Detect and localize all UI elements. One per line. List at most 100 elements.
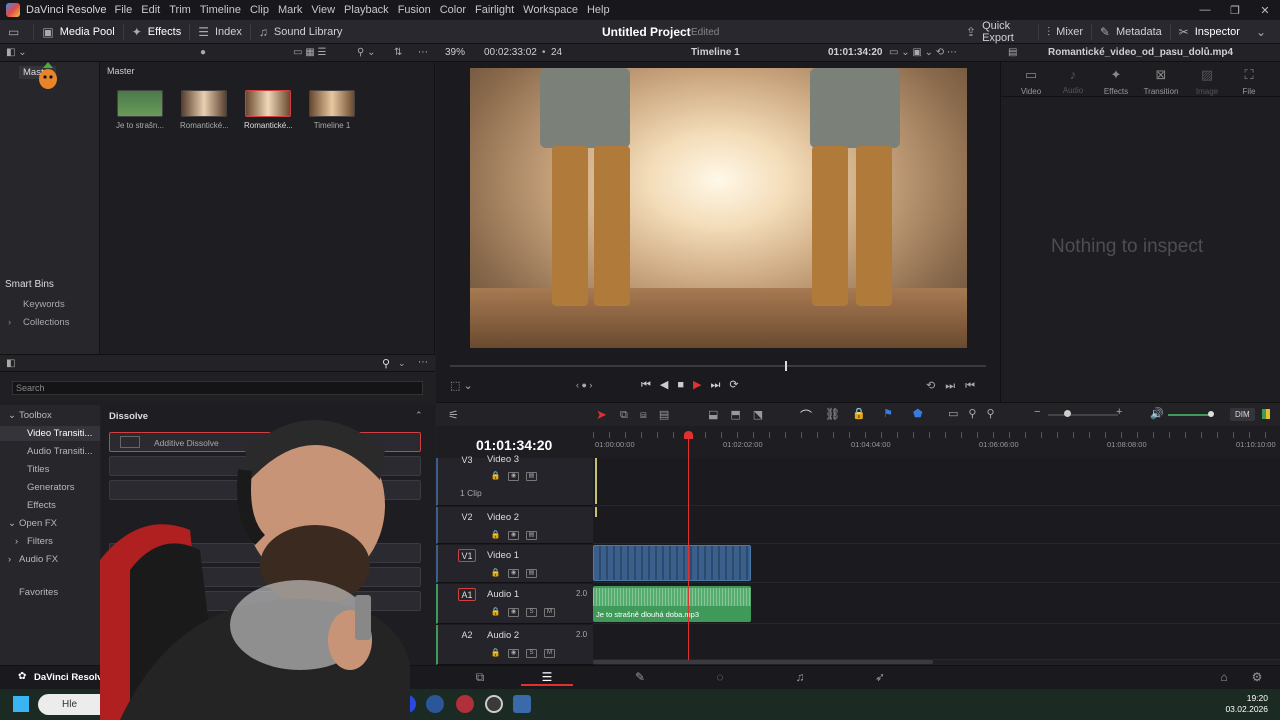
collapse-button[interactable]: ⌄: [1248, 20, 1280, 44]
inspector-button[interactable]: ✂ Inspector: [1171, 20, 1248, 44]
skip-start-icon[interactable]: ⏮: [641, 379, 660, 391]
audio-clip[interactable]: Je to strašně dlouhá doba.mp3: [593, 586, 751, 622]
track-header-v3[interactable]: V3 Video 3 🔒 ◉ ▤ 1 Clip: [436, 454, 593, 506]
auto-select-icon[interactable]: ◉: [508, 569, 519, 578]
mute-button[interactable]: M: [544, 608, 555, 617]
minimize-button[interactable]: —: [1190, 4, 1220, 17]
panel-toggle-icon[interactable]: ◧: [6, 358, 15, 369]
taskbar-clock[interactable]: 19:20 03.02.2026: [1225, 693, 1268, 715]
jog-icon[interactable]: ‹ ● ›: [576, 380, 592, 390]
zoom-icons[interactable]: ▭⚲⚲: [948, 407, 1005, 420]
effects-search-input[interactable]: Search: [12, 381, 423, 395]
edit-page-icon[interactable]: ☰: [521, 670, 573, 686]
word-icon[interactable]: [426, 695, 444, 713]
track-video-icon[interactable]: ▤: [526, 569, 537, 578]
dim-button[interactable]: DIM: [1230, 408, 1255, 421]
selection-tool-icon[interactable]: ➤: [596, 407, 607, 423]
search-icon[interactable]: ⚲ ⌄: [357, 47, 375, 58]
next-frame-icon[interactable]: ⏭: [945, 380, 965, 392]
menu-workspace[interactable]: Workspace: [523, 4, 578, 16]
fairlight-page-icon[interactable]: ♫: [786, 670, 814, 684]
inspector-tab-audio[interactable]: ♪ Audio: [1051, 67, 1095, 95]
menu-fairlight[interactable]: Fairlight: [475, 4, 514, 16]
volume-slider[interactable]: [1168, 414, 1212, 416]
media-clip[interactable]: Je to strašn...: [116, 90, 164, 130]
menu-edit[interactable]: Edit: [141, 4, 160, 16]
workspace-toggle-button[interactable]: ▭: [0, 20, 33, 44]
track-lane-v1[interactable]: [593, 545, 1280, 583]
stop-icon[interactable]: ■: [677, 379, 693, 391]
taskbar-app-icon[interactable]: [485, 695, 503, 713]
search-icon[interactable]: ⚲: [382, 357, 390, 370]
panel-layout-icon[interactable]: ◧ ⌄: [6, 47, 27, 58]
inspector-tab-transition[interactable]: ⊠ Transition: [1139, 67, 1183, 96]
index-button[interactable]: ☰ Index: [190, 20, 250, 44]
viewer-timeline-name[interactable]: Timeline 1: [691, 47, 740, 58]
chevron-right-icon[interactable]: ›: [15, 536, 18, 547]
track-video-icon[interactable]: ▤: [526, 472, 537, 481]
tree-effects[interactable]: Effects: [27, 500, 56, 511]
timeline-ruler[interactable]: 01:00:00:00 01:02:02:00 01:04:04:00 01:0…: [593, 426, 1280, 462]
lock-icon[interactable]: 🔒: [490, 608, 501, 617]
menu-fusion[interactable]: Fusion: [398, 4, 431, 16]
close-button[interactable]: ✕: [1250, 4, 1280, 17]
insert-tool-icons[interactable]: ⬓⬒⬔: [708, 408, 775, 421]
viewer-scrub-bar[interactable]: [450, 365, 986, 367]
auto-select-icon[interactable]: ◉: [508, 472, 519, 481]
tree-generators[interactable]: Generators: [27, 482, 75, 493]
track-lane-a1[interactable]: Je to strašně dlouhá doba.mp3: [593, 584, 1280, 624]
mute-button[interactable]: M: [544, 649, 555, 658]
flag-icon[interactable]: ⚑: [883, 407, 893, 420]
settings-gear-icon[interactable]: ⚙: [1243, 670, 1271, 684]
track-header-v1[interactable]: V1 Video 1 🔒 ◉ ▤: [436, 545, 593, 583]
snapping-icon[interactable]: ⌒: [800, 407, 812, 424]
video-preview[interactable]: [470, 68, 967, 348]
inspector-tab-video[interactable]: ▭ Video: [1009, 67, 1053, 96]
cut-page-icon[interactable]: ⧉: [466, 670, 494, 685]
timeline-timecode[interactable]: 01:01:34:20: [476, 437, 552, 453]
view-mode-icons[interactable]: ▭ ▦ ☰: [293, 47, 326, 58]
prev-frame-icon[interactable]: ⏮: [965, 380, 985, 392]
zoom-slider[interactable]: [1048, 414, 1118, 416]
media-pool-button[interactable]: ▣ Media Pool: [34, 20, 122, 44]
track-lane-v2[interactable]: [593, 507, 1280, 544]
davinci-taskbar-icon[interactable]: [513, 695, 531, 713]
chevron-down-icon[interactable]: ⌄: [8, 518, 16, 529]
media-clip[interactable]: Romantické...: [180, 90, 228, 130]
transform-icon[interactable]: ⬚ ⌄: [450, 379, 473, 392]
chevron-down-icon[interactable]: ⌄: [8, 410, 16, 421]
tree-titles[interactable]: Titles: [27, 464, 49, 475]
zoom-out-icon[interactable]: −: [1034, 406, 1040, 418]
chevron-down-icon[interactable]: ⌄: [398, 358, 406, 369]
track-lane-a2[interactable]: [593, 625, 1280, 660]
tree-favorites[interactable]: Favorites: [19, 587, 58, 598]
viewer-zoom[interactable]: 39%: [445, 47, 465, 58]
zoom-in-icon[interactable]: +: [1116, 406, 1122, 418]
track-video-icon[interactable]: ▤: [526, 531, 537, 540]
menu-file[interactable]: File: [115, 4, 133, 16]
timeline-playhead[interactable]: [688, 432, 690, 660]
auto-select-icon[interactable]: ◉: [508, 531, 519, 540]
lock-icon[interactable]: 🔒: [490, 569, 501, 578]
tree-audio-transitions[interactable]: Audio Transiti...: [27, 446, 92, 457]
tree-open-fx[interactable]: Open FX: [19, 518, 57, 529]
lock-icon[interactable]: 🔒: [852, 407, 866, 420]
edit-tool-icons[interactable]: ⧉⧈▤: [620, 408, 681, 422]
playhead-handle[interactable]: [684, 431, 694, 439]
match-frame-icon[interactable]: ⟲: [926, 380, 945, 392]
sort-icon[interactable]: ⇅: [394, 47, 402, 58]
loop-icon[interactable]: ⟳: [729, 379, 747, 391]
menu-trim[interactable]: Trim: [169, 4, 191, 16]
mixer-button[interactable]: ⫶ Mixer: [1039, 20, 1091, 44]
timeline-view-icon[interactable]: ⚟: [448, 408, 459, 422]
deliver-page-icon[interactable]: ➶: [866, 670, 894, 684]
media-clip[interactable]: Timeline 1: [308, 90, 356, 130]
solo-button[interactable]: S: [526, 649, 537, 658]
menu-clip[interactable]: Clip: [250, 4, 269, 16]
video-clip[interactable]: [593, 545, 751, 581]
menu-timeline[interactable]: Timeline: [200, 4, 241, 16]
sound-library-button[interactable]: ♫ Sound Library: [251, 20, 351, 44]
effects-button[interactable]: ✦ Effects: [124, 20, 190, 44]
volume-slider-handle[interactable]: [1208, 411, 1214, 417]
inspector-tab-image[interactable]: ▨ Image: [1185, 67, 1229, 96]
